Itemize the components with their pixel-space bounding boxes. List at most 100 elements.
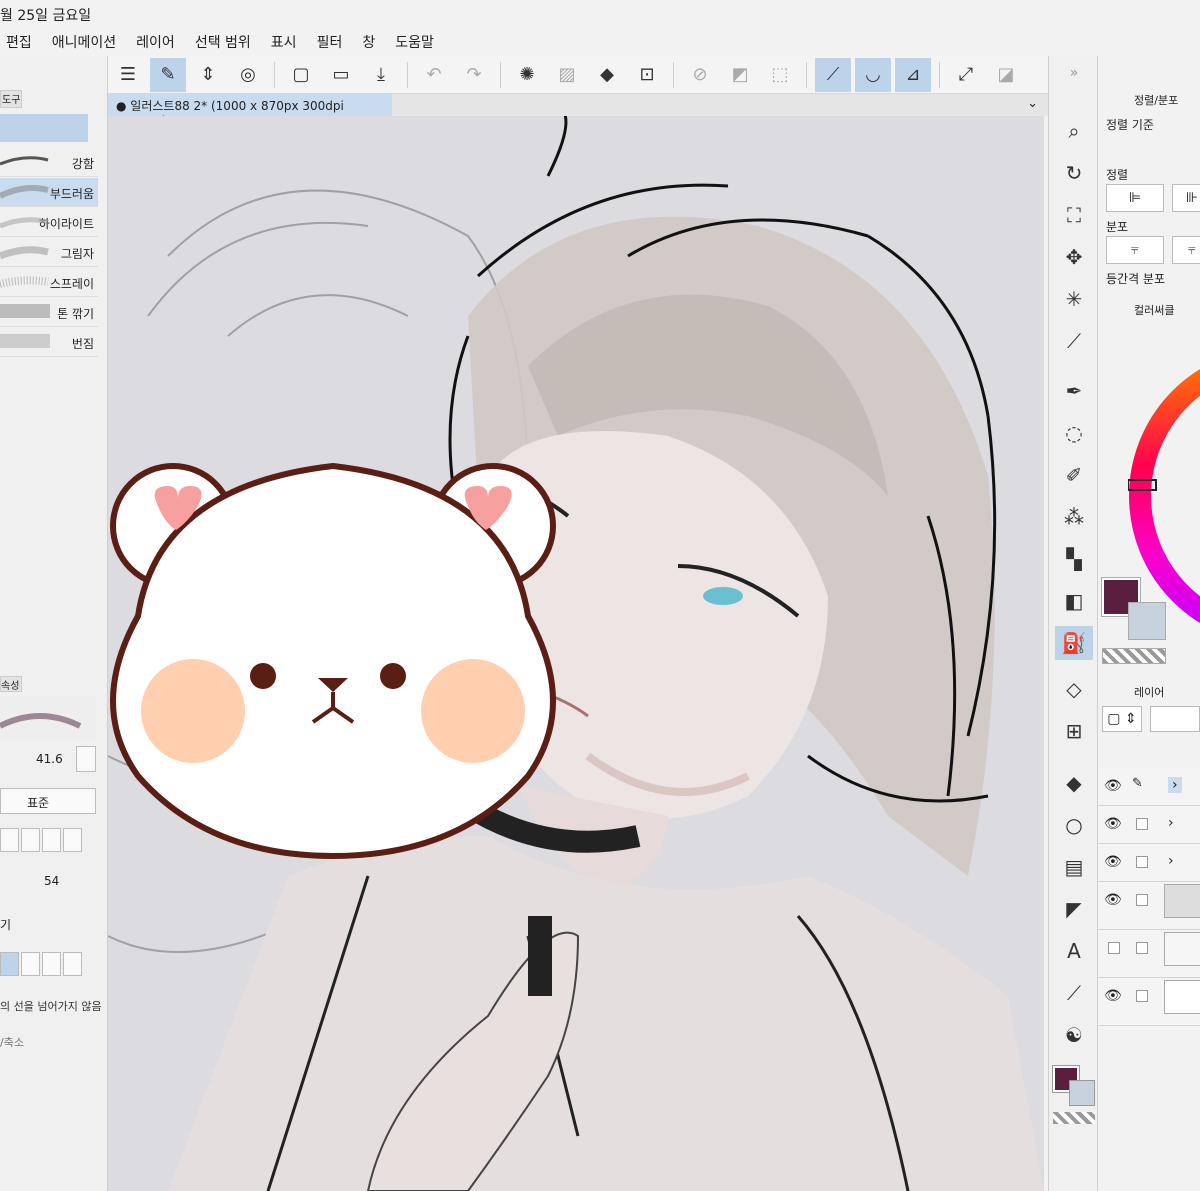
brush-soft[interactable]: 부드러움 [0,178,98,207]
no-cross-line-option[interactable]: 의 선을 넘어가지 않음 [0,998,102,1014]
brush-strong[interactable]: 강함 [0,148,98,177]
sub-color-swatch[interactable] [1069,1080,1095,1106]
menu-help[interactable]: 도움말 [395,32,434,52]
eye-icon[interactable]: 👁 [1104,988,1122,1004]
lock-checkbox[interactable] [1136,942,1148,954]
lasso-icon[interactable]: ◌ [1055,416,1093,450]
lock-checkbox[interactable] [1136,990,1148,1002]
new-file-icon[interactable]: ▢ [283,58,319,92]
flip-icon[interactable]: ◪ [988,58,1024,92]
segment[interactable] [21,952,40,976]
ruler-icon[interactable]: ⟋ [815,57,851,92]
chevron-down-icon[interactable]: ⌄ [1027,96,1038,111]
layer-row[interactable]: 👁 ✎ › [1098,768,1200,806]
layer-row[interactable]: 👁 [1098,882,1200,930]
gradient-icon[interactable]: ◧ [1055,584,1093,618]
move-icon[interactable]: ✥ [1055,240,1093,274]
layer-row[interactable]: 👁 › [1098,844,1200,882]
eye-icon[interactable]: 👁 [1104,816,1122,832]
segment[interactable] [42,952,61,976]
menu-icon[interactable]: ☰ [110,58,146,92]
segment[interactable] [21,828,40,852]
texture-icon[interactable]: ▚ [1055,542,1093,576]
lock-checkbox[interactable] [1136,856,1148,868]
brush-blur[interactable]: 번짐 [0,328,98,357]
brush-tone-scrape[interactable]: 톤 깎기 [0,298,98,327]
frame-icon[interactable]: ▤ [1055,850,1093,884]
blend-icon[interactable]: ☯ [1055,1018,1093,1052]
layer-select-icon[interactable]: ⛶ [1055,198,1093,232]
loading-icon[interactable]: ✺ [509,58,545,92]
transparent-swatch[interactable] [1053,1112,1095,1124]
selection-icon[interactable]: ▨ [549,58,585,92]
menu-animation[interactable]: 애니메이션 [52,32,116,52]
eye-icon[interactable]: 👁 [1104,892,1122,908]
distribute-center-icon[interactable]: ⫧ [1172,236,1200,264]
layer-tab[interactable]: 레이어 [1134,684,1164,700]
eye-icon[interactable]: 👁 [1104,778,1122,794]
layer-row[interactable]: 👁 › [1098,806,1200,844]
selected-subtool[interactable] [0,114,88,142]
clear-selection-icon[interactable]: ⊘ [682,58,718,92]
tool-tab[interactable]: 도구 [0,90,22,108]
transparent-color[interactable] [1102,648,1166,664]
pen-icon[interactable]: ✒ [1055,374,1093,408]
lock-checkbox[interactable] [1136,818,1148,830]
brush-spray[interactable]: 스프레이 [0,268,98,297]
correction-icon[interactable]: ⟋ [1055,976,1093,1010]
drawing-canvas[interactable] [108,116,1044,1191]
perspective-ruler-icon[interactable]: ◡ [855,57,891,92]
chevron-right-icon[interactable]: › [1168,815,1174,831]
brush-highlight[interactable]: 하이라이트 [0,208,98,237]
opacity-field[interactable] [1150,706,1200,732]
brush-shadow[interactable]: 그림자 [0,238,98,267]
document-tab[interactable]: ● 일러스트88 2* (1000 x 870px 300dpi 271.7%) [108,94,392,128]
eraser-icon[interactable]: ◇ [1055,672,1093,706]
grid-icon[interactable]: ⊞ [1055,714,1093,748]
segment[interactable] [42,828,61,852]
segment[interactable] [63,952,82,976]
chevron-right-icon[interactable]: › [1168,853,1174,869]
menu-selection[interactable]: 선택 범위 [195,32,251,52]
align-tab[interactable]: 정렬/분포 [1134,92,1178,108]
transform-icon[interactable]: ⊡ [629,58,665,92]
fill-bucket-icon[interactable]: ◆ [1055,766,1093,800]
lock-checkbox[interactable] [1136,894,1148,906]
invert-selection-icon[interactable]: ◩ [722,58,758,92]
layer-row[interactable] [1098,930,1200,978]
selection-border-icon[interactable]: ⬚ [762,58,798,92]
layer-icon[interactable]: ✎ [150,57,186,92]
expand-icon[interactable]: ⇕ [190,58,226,92]
eyedropper-icon[interactable]: ⟋ [1055,324,1093,358]
segment[interactable] [0,828,19,852]
menu-filter[interactable]: 필터 [317,32,343,52]
magic-wand-icon[interactable]: ✳ [1055,282,1093,316]
scale-option[interactable]: /축소 [0,1034,24,1050]
redo-icon[interactable]: ↷ [456,58,492,92]
app-logo-icon[interactable]: ◎ [230,58,266,92]
menu-layer[interactable]: 레이어 [136,32,175,52]
decoration-icon[interactable]: ⁂ [1055,500,1093,534]
chevron-right-icon[interactable]: › [1168,777,1182,793]
open-file-icon[interactable]: ▭ [323,58,359,92]
align-center-icon[interactable]: ⊪ [1172,184,1200,212]
zoom-icon[interactable]: ⌕ [1055,114,1093,148]
save-icon[interactable]: ⤓ [363,58,399,92]
properties-tab[interactable]: 속성 [0,676,22,692]
size-dynamics-button[interactable] [76,746,96,772]
segment[interactable] [63,828,82,852]
distribute-top-icon[interactable]: ⫧ [1106,236,1164,264]
fill-icon[interactable]: ◆ [589,58,625,92]
blend-mode-dropdown[interactable]: ▢ ⇕ [1102,706,1142,732]
menu-window[interactable]: 창 [362,32,375,52]
text-icon[interactable]: A [1055,934,1093,968]
sub-color-large[interactable] [1128,602,1166,640]
snap-ruler-icon[interactable]: ⊿ [895,57,931,92]
balloon-icon[interactable]: ◤ [1055,892,1093,926]
menu-view[interactable]: 표시 [271,32,297,52]
layer-row[interactable]: 👁 [1098,978,1200,1026]
blend-mode-select[interactable]: 표준 [0,788,96,814]
color-circle-tab[interactable]: 컬러써클 [1134,302,1174,318]
fit-screen-icon[interactable]: ⤢ [948,58,984,92]
undo-icon[interactable]: ↶ [416,58,452,92]
